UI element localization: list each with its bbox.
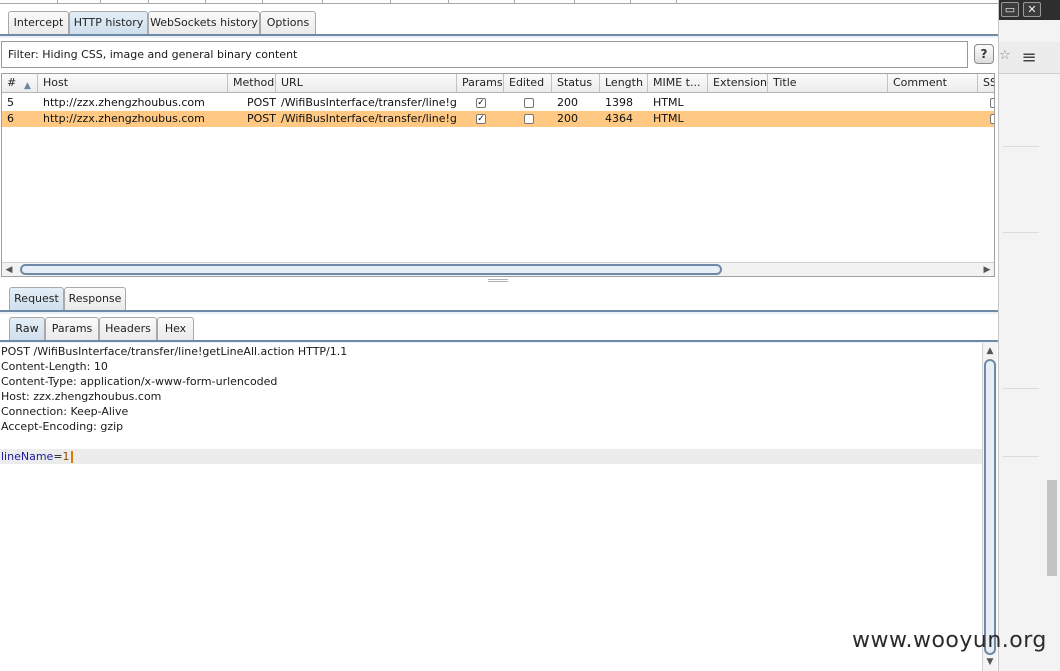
tab-underline [0, 310, 998, 314]
body-param-name: lineName [1, 450, 54, 463]
body-param-separator: = [53, 450, 63, 463]
request-body-line: lineName=1 [1, 449, 73, 464]
table-header: # ▲ Host Method URL Params Edited Status … [2, 74, 994, 93]
watermark: www.wooyun.org [852, 628, 1047, 653]
bookmark-star-icon[interactable]: ☆ [999, 48, 1011, 68]
column-header-status[interactable]: Status [552, 74, 600, 93]
cell-host: http://zzx.zhengzhoubus.com [43, 96, 205, 109]
table-row[interactable]: 5 http://zzx.zhengzhoubus.com POST /Wifi… [2, 95, 994, 111]
scroll-right-icon[interactable]: ▶ [980, 263, 994, 276]
scroll-down-icon[interactable]: ▼ [983, 655, 997, 669]
cell-extension [708, 111, 768, 127]
divider [1003, 232, 1039, 233]
params-checkbox-checked: ✓ [476, 114, 486, 124]
split-pane-divider[interactable] [488, 279, 508, 282]
header-line: Host: zzx.zhengzhoubus.com [1, 390, 162, 403]
column-header-extension[interactable]: Extension [708, 74, 768, 93]
tab-underline [0, 34, 998, 38]
divider [1003, 388, 1039, 389]
cell-length: 1398 [605, 96, 633, 109]
tab-headers[interactable]: Headers [99, 317, 157, 341]
filter-bar[interactable]: Filter: Hiding CSS, image and general bi… [1, 41, 968, 68]
header-line: Connection: Keep-Alive [1, 405, 129, 418]
column-header-method[interactable]: Method [228, 74, 276, 93]
tab-hex[interactable]: Hex [157, 317, 194, 341]
burp-proxy-window: Intercept HTTP history WebSockets histor… [0, 0, 998, 671]
edited-checkbox [524, 98, 534, 108]
top-tab-strip [0, 0, 998, 4]
cell-comment [888, 111, 978, 127]
cell-mime: HTML [653, 96, 684, 109]
table-row-selected[interactable]: 6 http://zzx.zhengzhoubus.com POST /Wifi… [2, 111, 994, 127]
params-checkbox-checked: ✓ [476, 98, 486, 108]
ssl-checkbox [990, 114, 994, 124]
cell-mime: HTML [653, 112, 684, 125]
view-tabs: Raw Params Headers Hex [0, 317, 998, 341]
tab-params[interactable]: Params [45, 317, 99, 341]
help-button[interactable]: ? [974, 44, 994, 64]
cell-extension [708, 95, 768, 111]
column-header-title[interactable]: Title [768, 74, 888, 93]
request-line: POST /WifiBusInterface/transfer/line!get… [1, 345, 348, 358]
background-titlebar: ▭ ✕ [999, 0, 1060, 20]
tab-raw[interactable]: Raw [9, 317, 45, 341]
tab-options[interactable]: Options [260, 11, 316, 35]
cell-comment [888, 95, 978, 111]
text-caret [70, 451, 73, 463]
cell-title [768, 111, 888, 127]
divider [1003, 456, 1039, 457]
tab-websockets-history[interactable]: WebSockets history [148, 11, 260, 35]
tab-response[interactable]: Response [64, 287, 126, 311]
body-param-value: 1 [62, 450, 70, 463]
proxy-tabs: Intercept HTTP history WebSockets histor… [0, 11, 998, 35]
scrollbar-thumb[interactable] [20, 264, 722, 275]
http-history-table: # ▲ Host Method URL Params Edited Status … [1, 73, 995, 277]
column-header-params[interactable]: Params [457, 74, 504, 93]
cell-status: 200 [557, 96, 578, 109]
hamburger-menu-icon[interactable]: ≡ [1017, 44, 1041, 72]
cell-url: /WifiBusInterface/transfer/line!g... [281, 112, 457, 125]
header-line: Content-Length: 10 [1, 360, 108, 373]
cell-title [768, 95, 888, 111]
sort-ascending-icon: ▲ [24, 81, 31, 91]
header-line: Accept-Encoding: gzip [1, 420, 124, 433]
editor-vertical-scrollbar[interactable]: ▲ ▼ [982, 343, 997, 671]
header-line: Content-Type: application/x-www-form-url… [1, 375, 278, 388]
cell-url: /WifiBusInterface/transfer/line!g... [281, 96, 457, 109]
tab-intercept[interactable]: Intercept [8, 11, 69, 35]
scrollbar-thumb[interactable] [984, 359, 996, 655]
ssl-checkbox [990, 98, 994, 108]
column-header-length[interactable]: Length [600, 74, 648, 93]
scroll-up-icon[interactable]: ▲ [983, 344, 997, 358]
background-scrollbar[interactable] [1047, 480, 1057, 576]
column-header-mime-type[interactable]: MIME t... [648, 74, 708, 93]
current-line-highlight [0, 449, 982, 464]
restore-window-icon[interactable]: ▭ [1001, 2, 1019, 17]
tab-http-history[interactable]: HTTP history [69, 11, 148, 35]
background-browser-window: ▭ ✕ ☆ ≡ [998, 0, 1060, 671]
edited-checkbox [524, 114, 534, 124]
column-header-url[interactable]: URL [276, 74, 457, 93]
divider [1003, 146, 1039, 147]
tab-request[interactable]: Request [9, 287, 64, 311]
column-header-edited[interactable]: Edited [504, 74, 552, 93]
cell-length: 4364 [605, 112, 633, 125]
column-header-host[interactable]: Host [38, 74, 228, 93]
cell-number: 6 [7, 112, 14, 125]
cell-host: http://zzx.zhengzhoubus.com [43, 112, 205, 125]
column-header-comment[interactable]: Comment [888, 74, 978, 93]
table-horizontal-scrollbar[interactable]: ◀ ▶ [2, 262, 994, 276]
raw-request-editor[interactable]: POST /WifiBusInterface/transfer/line!get… [0, 343, 982, 671]
scroll-left-icon[interactable]: ◀ [2, 263, 16, 276]
cell-status: 200 [557, 112, 578, 125]
column-header-number[interactable]: # ▲ [2, 74, 38, 93]
close-window-icon[interactable]: ✕ [1023, 2, 1041, 17]
column-header-ssl[interactable]: SS [978, 74, 994, 93]
message-tabs: Request Response [0, 287, 998, 311]
cell-number: 5 [7, 96, 14, 109]
